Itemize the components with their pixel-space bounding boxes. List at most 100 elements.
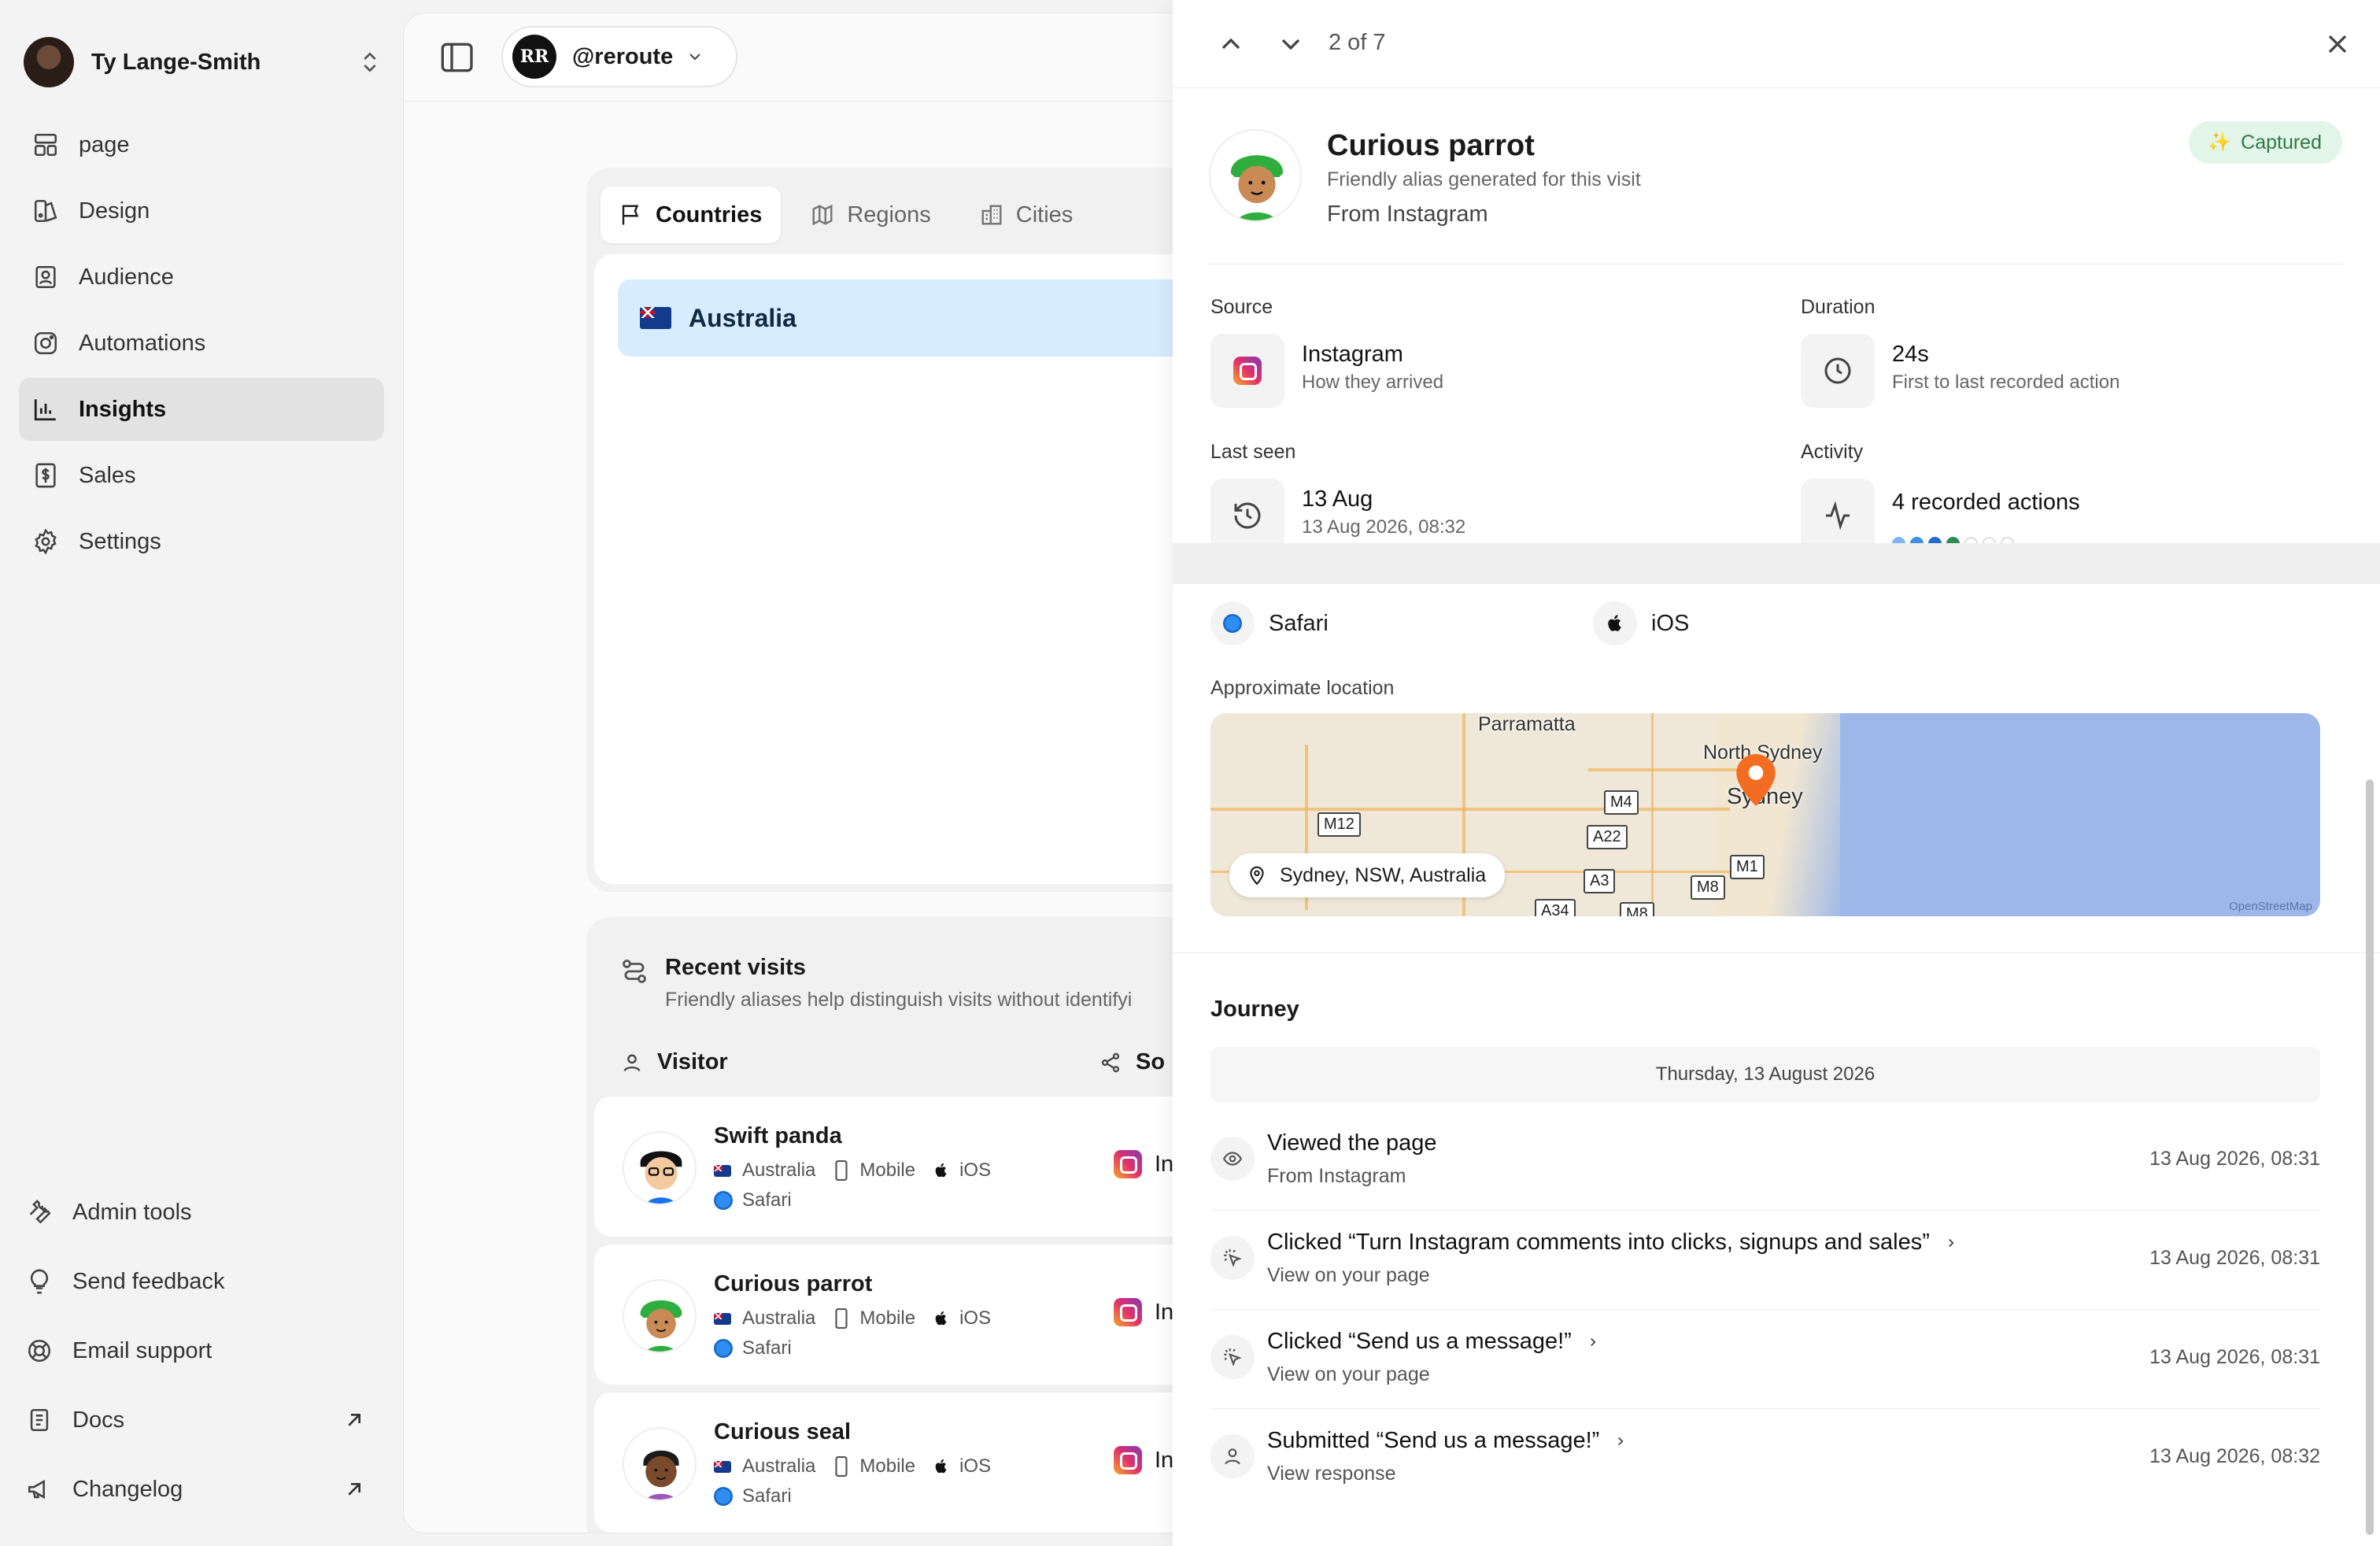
close-icon[interactable] [2322, 28, 2353, 60]
geo-tabs: Countries Regions Cities [601, 187, 1092, 243]
location-map[interactable]: Parramatta North Sydney Sydney M12 M4 A2… [1210, 713, 2320, 916]
visitor-browser: Safari [714, 1189, 792, 1211]
chevron-up-icon[interactable] [1215, 28, 1247, 60]
nav-item-admin-tools[interactable]: Admin tools [13, 1181, 378, 1244]
map-icon [812, 204, 833, 226]
visitor-meta: Australia Mobile iOS [714, 1160, 991, 1182]
nav-item-docs[interactable]: Docs [13, 1389, 378, 1452]
nav-item-insights[interactable]: Insights [19, 378, 384, 441]
mobile-icon [835, 1456, 848, 1477]
country-name: Australia [689, 303, 796, 332]
visit-row[interactable]: Curious parrot Australia Mobile iOS Safa… [594, 1245, 1189, 1385]
event-subtext: View response [1267, 1463, 1396, 1485]
map-route-shield: M8 [1620, 902, 1654, 916]
nav-item-changelog[interactable]: Changelog [13, 1458, 378, 1521]
journey-event[interactable]: Submitted “Send us a message!” View resp… [1210, 1409, 2320, 1508]
wrench-icon [29, 1200, 51, 1224]
os-icon-box [1593, 601, 1637, 645]
nav-item-page[interactable]: page [19, 113, 384, 176]
megaphone-icon [28, 1479, 45, 1500]
fact-value: 24s [1892, 342, 1929, 367]
visitor-avatar [1209, 129, 1302, 222]
status-badge-label: Captured [2241, 131, 2322, 153]
visitor-header: Curious parrot Friendly alias generated … [1209, 121, 2342, 264]
browser-info: Safari [1210, 601, 1329, 645]
visit-row[interactable]: Curious seal Australia Mobile iOS Safari… [594, 1393, 1189, 1533]
country-row-australia[interactable]: Australia [618, 279, 1189, 357]
event-title: Submitted “Send us a message!” [1267, 1428, 1628, 1454]
nav-label: Insights [79, 396, 167, 422]
account-switcher[interactable]: Ty Lange-Smith [24, 36, 382, 88]
nav-item-automations[interactable]: Automations [19, 312, 384, 375]
document-icon [30, 1408, 49, 1432]
nav-item-design[interactable]: Design [19, 179, 384, 242]
nav-item-send-feedback[interactable]: Send feedback [13, 1250, 378, 1313]
recent-visits-title: Recent visits [665, 955, 806, 980]
journey-event[interactable]: Clicked “Send us a message!” View on you… [1210, 1310, 2320, 1409]
chevron-down-icon [689, 54, 700, 61]
chevron-right-icon [1618, 1437, 1624, 1445]
visitor-os: iOS [959, 1307, 992, 1329]
map-route-shield: M12 [1318, 812, 1361, 837]
nav-label: Settings [79, 528, 161, 554]
visitor-avatar [623, 1427, 697, 1501]
nav-item-email-support[interactable]: Email support [13, 1319, 378, 1382]
visit-row[interactable]: Swift panda Australia Mobile iOS Safari … [594, 1097, 1189, 1237]
event-icon-box [1210, 1236, 1255, 1280]
account-logo: RR [512, 35, 556, 79]
nav-item-sales[interactable]: Sales [19, 444, 384, 507]
visitor-name: Curious seal [714, 1419, 852, 1444]
event-timestamp: 13 Aug 2026, 08:31 [2149, 1247, 2320, 1269]
visitor-source: In [1114, 1150, 1173, 1178]
drawer-scrollbar[interactable] [2366, 779, 2374, 1535]
status-badge: ✨ Captured [2189, 121, 2342, 164]
fact-value: 13 Aug [1302, 486, 1373, 512]
event-icon-box [1210, 1335, 1255, 1379]
journey-event[interactable]: Viewed the page From Instagram 13 Aug 20… [1210, 1111, 2320, 1211]
tab-regions[interactable]: Regions [792, 187, 949, 243]
sidebar-toggle-icon[interactable] [432, 42, 479, 73]
visitor-avatar [623, 1279, 697, 1353]
nav-item-audience[interactable]: Audience [19, 246, 384, 309]
visitor-browser-label: Safari [742, 1485, 792, 1507]
main-topbar: RR @reroute [404, 13, 1189, 102]
fact-label: Source [1210, 296, 1273, 318]
tab-countries[interactable]: Countries [601, 187, 782, 243]
australia-flag-icon [714, 1460, 731, 1473]
visitor-avatar [623, 1131, 697, 1205]
visit-detail-drawer: 2 of 7 Curious parrot Friendly alias gen… [1173, 0, 2380, 1546]
visitor-origin: From Instagram [1327, 202, 1488, 227]
divider [1173, 952, 2380, 953]
user-icon [623, 1054, 641, 1071]
map-attribution[interactable]: OpenStreetMap [2229, 900, 2312, 913]
bar-chart-icon [34, 399, 56, 421]
account-selector[interactable]: RR @reroute [501, 26, 737, 87]
apple-icon [1608, 615, 1621, 631]
visitor-name: Swift panda [714, 1123, 842, 1148]
fact-label: Duration [1801, 296, 1876, 318]
recent-visits-subtitle: Friendly aliases help distinguish visits… [665, 989, 1133, 1011]
os-info: iOS [1593, 601, 1689, 645]
instagram-logo-icon [1114, 1446, 1142, 1474]
click-icon [1224, 1348, 1242, 1367]
instagram-logo-icon [1114, 1298, 1142, 1326]
instagram-logo-icon [1233, 357, 1262, 385]
map-route-shield: M1 [1730, 855, 1765, 879]
map-road [1651, 713, 1654, 916]
nav-item-settings[interactable]: Settings [19, 510, 384, 573]
layout-icon [34, 133, 57, 157]
tab-cities[interactable]: Cities [961, 187, 1092, 243]
event-subtext: View on your page [1267, 1264, 1430, 1286]
fact-duration: Duration 24s First to last recorded acti… [1801, 296, 2352, 430]
event-timestamp: 13 Aug 2026, 08:32 [2149, 1445, 2320, 1467]
event-title-text: Clicked “Send us a message!” [1267, 1329, 1572, 1354]
tab-label: Regions [847, 202, 931, 227]
nav-label: Automations [79, 330, 206, 356]
os-label: iOS [1651, 610, 1690, 636]
geo-breakdown-card: Countries Regions Cities Australia [586, 168, 1189, 892]
fact-icon-box [1801, 334, 1875, 408]
journey-event[interactable]: Clicked “Turn Instagram comments into cl… [1210, 1211, 2320, 1310]
chevron-down-icon[interactable] [1275, 28, 1306, 60]
safari-icon [714, 1487, 733, 1506]
visitor-country: Australia [742, 1160, 816, 1181]
